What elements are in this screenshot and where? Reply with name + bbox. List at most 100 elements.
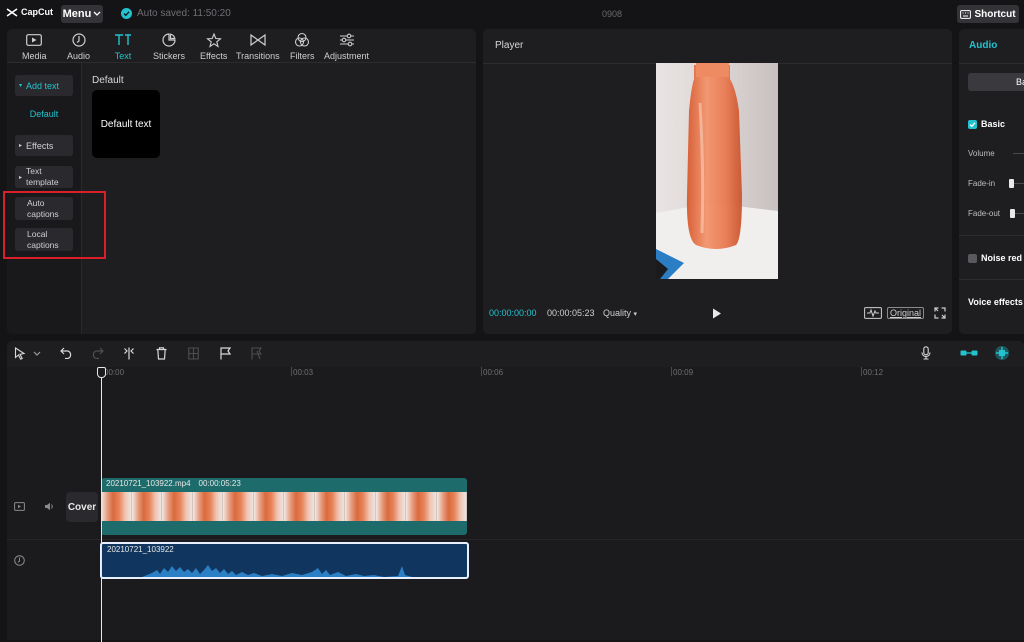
playhead-handle[interactable] [97, 367, 106, 378]
redo-icon[interactable] [91, 347, 104, 359]
caret-down-icon: ▾ [633, 311, 638, 318]
ruler-label: 00:09 [673, 368, 694, 377]
audio-clip-name: 20210721_103922 [107, 545, 174, 554]
panel-title-audio[interactable]: Audio [969, 40, 997, 51]
autosave-status: Auto saved: 11:50:20 [121, 8, 231, 19]
divider [959, 63, 1024, 64]
shortcut-button[interactable]: Shortcut [957, 5, 1019, 23]
category-tabs: Media Audio Text Stickers Effects Transi… [7, 29, 476, 63]
select-cursor-icon[interactable] [14, 347, 26, 360]
app-logo: CapCut [6, 7, 53, 17]
volume-slider[interactable] [1013, 153, 1024, 154]
split-icon[interactable] [123, 347, 135, 360]
microphone-icon[interactable] [921, 346, 931, 360]
video-clip[interactable]: 20210721_103922.mp4 00:00:05:23 [101, 478, 467, 535]
crop-icon[interactable] [251, 347, 262, 360]
top-bar: CapCut Menu Auto saved: 11:50:20 0908 Sh… [0, 0, 1024, 28]
clip-label: 20210721_103922.mp4 00:00:05:23 [106, 479, 241, 488]
tab-transitions[interactable]: Transitions [236, 32, 280, 61]
ruler-label: 00:00 [104, 368, 125, 377]
undo-icon[interactable] [60, 347, 73, 359]
voice-effects-section[interactable]: Voice effects [968, 297, 1023, 307]
thumbnail-frame [314, 492, 345, 521]
media-library-panel: Media Audio Text Stickers Effects Transi… [7, 29, 476, 334]
video-track-icon [14, 502, 25, 511]
menu-button[interactable]: Menu [61, 5, 103, 23]
fade-out-slider-thumb[interactable] [1010, 209, 1015, 218]
capcut-logo-icon [6, 7, 18, 17]
quality-dropdown[interactable]: Quality ▾ [603, 308, 637, 318]
player-panel: Player 00:00:00:00 00:00:05:23 Quality ▾… [483, 29, 952, 334]
original-ratio-button[interactable]: Original [887, 307, 925, 319]
thumbnail-frame [406, 492, 437, 521]
checkbox-checked-icon[interactable] [968, 119, 977, 129]
sidebar-item-default[interactable]: Default [15, 106, 73, 122]
ruler-label: 00:12 [863, 368, 884, 377]
audio-track-icon [14, 555, 25, 566]
volume-label: Volume [968, 149, 995, 158]
playhead[interactable] [101, 372, 102, 642]
tab-effects[interactable]: Effects [200, 32, 227, 61]
thumbnail-frame [375, 492, 406, 521]
basic-section[interactable]: Basic [968, 119, 1005, 129]
chevron-down-icon [93, 11, 101, 16]
audio-waveform [102, 565, 467, 577]
freeze-icon[interactable] [188, 347, 199, 360]
divider [959, 235, 1024, 236]
fullscreen-icon[interactable] [934, 307, 946, 319]
tab-audio[interactable]: Audio [67, 32, 90, 61]
audio-properties-panel: Audio Ba Basic Volume Fade-in Fade-out N… [959, 29, 1024, 334]
project-name[interactable]: 0908 [592, 9, 632, 19]
stickers-icon [162, 33, 176, 47]
clip-name: 20210721_103922.mp4 [106, 479, 191, 488]
player-title: Player [495, 40, 524, 51]
tab-filters[interactable]: Filters [290, 32, 315, 61]
keyboard-icon [960, 9, 972, 19]
thumbnail-frame [101, 492, 132, 521]
tab-stickers[interactable]: Stickers [153, 32, 185, 61]
section-title-default: Default [92, 75, 124, 86]
sidebar-item-add-text[interactable]: ▾ Add text [15, 75, 73, 96]
duration-timecode: 00:00:05:23 [547, 308, 595, 318]
ruler-tick [671, 367, 672, 376]
thumbnail-frame [223, 492, 254, 521]
play-icon[interactable] [712, 308, 722, 319]
video-preview[interactable] [656, 63, 778, 279]
chevron-down-icon[interactable] [33, 351, 41, 357]
snap-magnet-icon[interactable] [993, 345, 1011, 361]
audio-icon [71, 33, 86, 47]
ruler-tick [291, 367, 292, 376]
check-circle-icon [121, 8, 132, 19]
marker-flag-icon[interactable] [220, 347, 231, 360]
tab-text[interactable]: Text [114, 32, 132, 61]
timeline-toolbar [7, 341, 1024, 367]
sidebar-item-effects[interactable]: ▸ Effects [15, 135, 73, 156]
tab-media[interactable]: Media [22, 32, 47, 61]
audio-clip[interactable]: 20210721_103922 [100, 542, 469, 579]
text-icon [115, 34, 131, 45]
sidebar-item-text-template[interactable]: ▸ Text template [15, 166, 73, 188]
basic-segment-button[interactable]: Ba [968, 73, 1024, 91]
default-text-card[interactable]: Default text [92, 90, 160, 158]
adjustment-icon [339, 33, 354, 47]
thumbnail-frame [436, 492, 467, 521]
speaker-icon[interactable] [44, 502, 55, 511]
thumbnail-frame [131, 492, 162, 521]
fade-out-label: Fade-out [968, 209, 1001, 218]
thumbnail-frame [253, 492, 284, 521]
fade-in-slider-thumb[interactable] [1009, 179, 1014, 188]
waveform-icon[interactable] [864, 307, 882, 319]
thumbnail-frame [345, 492, 376, 521]
ruler-tick [481, 367, 482, 376]
tab-adjustment[interactable]: Adjustment [324, 32, 369, 61]
clip-duration: 00:00:05:23 [198, 479, 241, 488]
link-clips-icon[interactable] [960, 348, 978, 358]
delete-icon[interactable] [156, 347, 167, 360]
caret-down-icon: ▾ [19, 83, 23, 89]
cover-button[interactable]: Cover [66, 492, 98, 522]
timeline[interactable]: 00:00 00:03 00:06 00:09 00:12 Cover 2021… [7, 367, 1024, 642]
media-icon [26, 34, 43, 46]
noise-reduction-section[interactable]: Noise red [968, 253, 1022, 263]
checkbox-unchecked-icon[interactable] [968, 253, 977, 263]
thumbnail-frame [192, 492, 223, 521]
